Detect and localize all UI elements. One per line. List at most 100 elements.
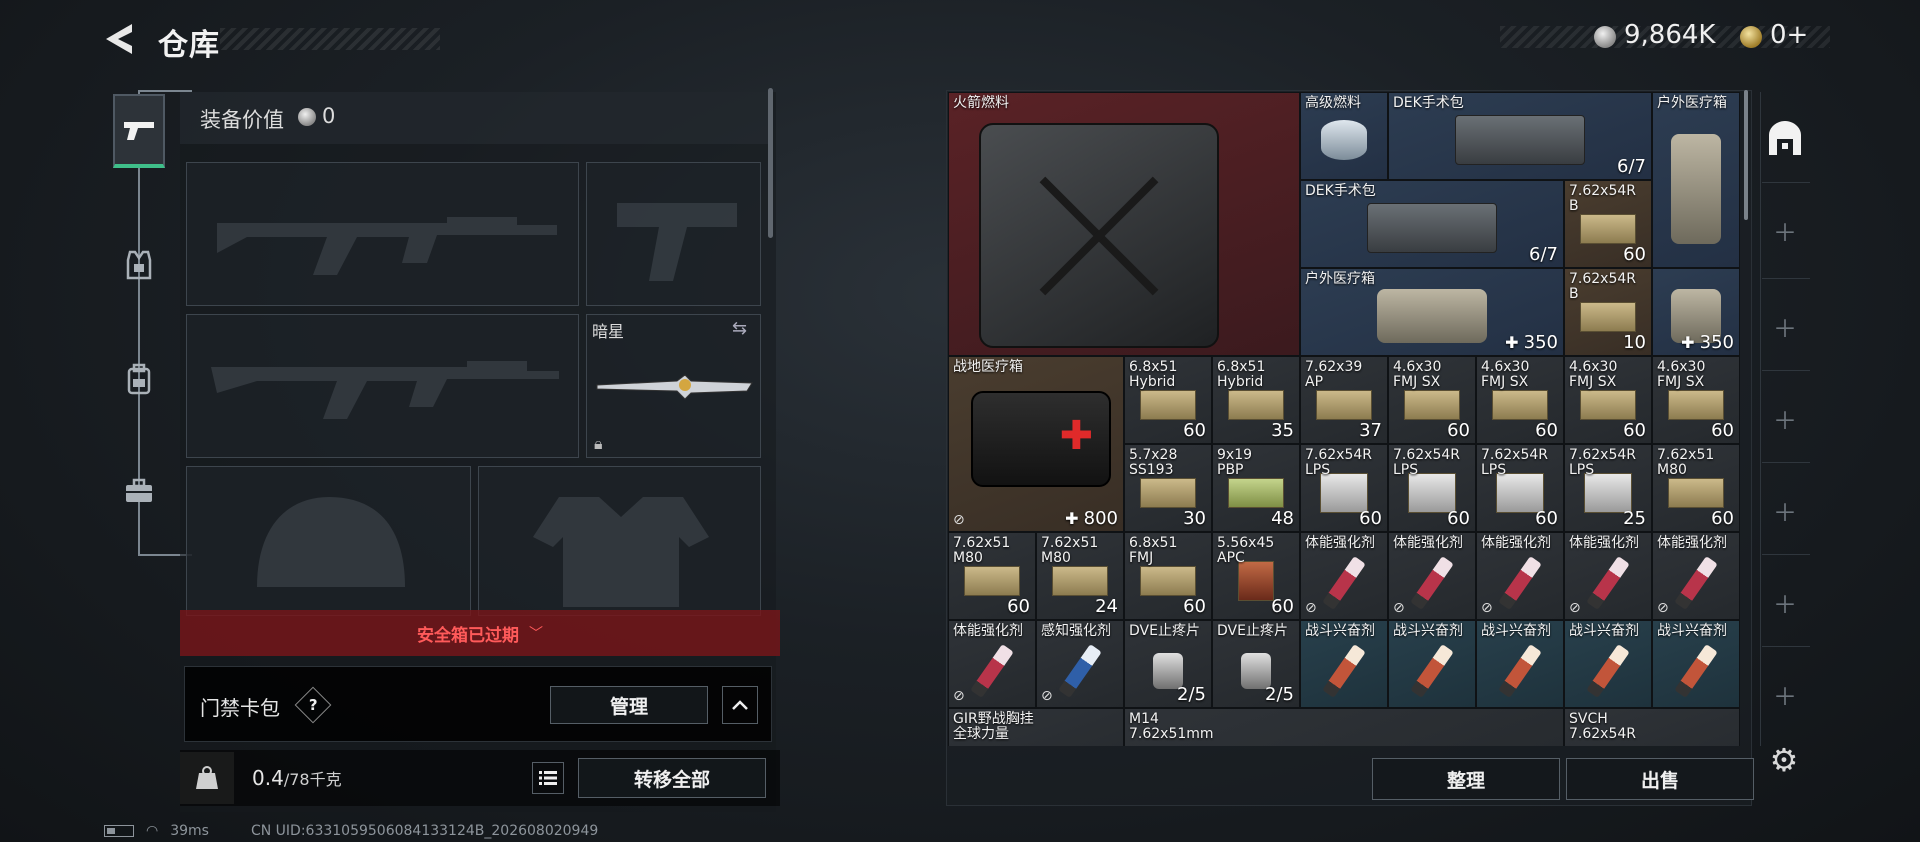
inventory-item[interactable]: DVE止疼片 2/5	[1212, 620, 1300, 708]
inventory-item[interactable]: DEK手术包 6/7	[1300, 180, 1564, 268]
syringe-red-icon	[1322, 555, 1366, 610]
inventory-item[interactable]: 7.62x54R LPS 60	[1388, 444, 1476, 532]
inventory-item[interactable]: 7.62x54R LPS 25	[1564, 444, 1652, 532]
inventory-item[interactable]: 9x19 PBP 48	[1212, 444, 1300, 532]
add-storage-tab-5[interactable]: ＋	[1762, 582, 1808, 622]
pistol-icon	[124, 122, 154, 140]
pistol-silhouette-icon	[617, 203, 737, 281]
tab-divider	[1762, 462, 1810, 463]
inventory-item[interactable]: DVE止疼片 2/5	[1124, 620, 1212, 708]
inventory-item[interactable]: 户外医疗箱 350	[1300, 268, 1564, 356]
inventory-item[interactable]: 战地医疗箱 800 ⊘	[948, 356, 1124, 532]
add-storage-tab-4[interactable]: ＋	[1762, 490, 1808, 530]
list-icon[interactable]	[532, 762, 564, 794]
silver-coin-icon	[1594, 26, 1616, 48]
inventory-item[interactable]: 350	[1652, 268, 1740, 356]
ping-value: 39ms	[170, 823, 209, 839]
item-name: SVCH 7.62x54R	[1569, 711, 1636, 742]
ammo-box-icon	[1316, 390, 1372, 421]
helmet-slot[interactable]	[186, 466, 471, 616]
back-button[interactable]	[102, 20, 138, 58]
inventory-item[interactable]: 5.56x45 APC 60	[1212, 532, 1300, 620]
pistol-slot[interactable]	[586, 162, 761, 306]
syringe-red-icon	[1410, 555, 1454, 610]
item-name: 战地医疗箱	[953, 359, 1023, 375]
chevron-up-icon[interactable]	[722, 686, 758, 724]
inventory-item[interactable]: 体能强化剂 ⊘	[1388, 532, 1476, 620]
inventory-item[interactable]: 7.62x51 M80 60	[948, 532, 1036, 620]
inventory-item[interactable]: 6.8x51 Hybrid 60	[1124, 356, 1212, 444]
inventory-item[interactable]: 7.62x54R B 60	[1564, 180, 1652, 268]
secondary-weapon-slot[interactable]	[186, 314, 579, 458]
equipment-scrollbar[interactable]	[768, 88, 773, 238]
inventory-item[interactable]: 户外医疗箱	[1652, 92, 1740, 268]
inventory-item[interactable]: 战斗兴奋剂	[1564, 620, 1652, 708]
inventory-item[interactable]: 4.6x30 FMJ SX 60	[1564, 356, 1652, 444]
warehouse-scrollbar[interactable]	[1744, 90, 1748, 220]
transfer-all-button[interactable]: 转移全部	[578, 758, 766, 798]
manage-button[interactable]: 管理	[550, 686, 708, 724]
inventory-item[interactable]: 7.62x39 AP 37	[1300, 356, 1388, 444]
ammo-box-icon	[1580, 390, 1636, 421]
item-name: DEK手术包	[1393, 95, 1464, 111]
inventory-item[interactable]: 体能强化剂 ⊘	[1564, 532, 1652, 620]
safe-box-expired-banner[interactable]: 安全箱已过期 ﹀	[180, 610, 780, 656]
warehouse-home-tab[interactable]	[1762, 118, 1808, 158]
inventory-item[interactable]: 体能强化剂 ⊘	[1652, 532, 1740, 620]
add-storage-tab-2[interactable]: ＋	[1762, 306, 1808, 346]
inventory-item[interactable]: 4.6x30 FMJ SX 60	[1476, 356, 1564, 444]
item-name: 4.6x30 FMJ SX	[1481, 359, 1530, 390]
tab-backpack[interactable]	[113, 342, 165, 416]
inventory-item[interactable]: 7.62x51 M80 60	[1652, 444, 1740, 532]
inventory-item[interactable]: 7.62x54R B 10	[1564, 268, 1652, 356]
inventory-item[interactable]: 5.7x28 SS193 30	[1124, 444, 1212, 532]
inventory-item[interactable]: 战斗兴奋剂	[1388, 620, 1476, 708]
inventory-item[interactable]: 战斗兴奋剂	[1476, 620, 1564, 708]
surgery-kit-icon	[1455, 115, 1585, 166]
fuel-can-icon	[1321, 120, 1367, 161]
inventory-item[interactable]: 体能强化剂 ⊘	[948, 620, 1036, 708]
inventory-item[interactable]: 高级燃料	[1300, 92, 1388, 180]
inventory-item[interactable]: 4.6x30 FMJ SX 60	[1652, 356, 1740, 444]
add-storage-tab-6[interactable]: ＋	[1762, 674, 1808, 714]
syringe-orange-icon	[1674, 643, 1718, 698]
inventory-item[interactable]: 战斗兴奋剂	[1652, 620, 1740, 708]
inventory-item[interactable]: 体能强化剂 ⊘	[1476, 532, 1564, 620]
item-name: 感知强化剂	[1041, 623, 1111, 639]
inventory-item[interactable]: 6.8x51 Hybrid 35	[1212, 356, 1300, 444]
primary-weapon-slot[interactable]	[186, 162, 579, 306]
gear-icon[interactable]: ⚙	[1766, 741, 1802, 779]
item-count: 60	[1183, 420, 1206, 441]
sell-button[interactable]: 出售	[1566, 758, 1754, 800]
inventory-item[interactable]: 体能强化剂 ⊘	[1300, 532, 1388, 620]
add-storage-tab-1[interactable]: ＋	[1762, 210, 1808, 250]
tab-toolbox[interactable]	[113, 454, 165, 528]
inventory-item[interactable]: 7.62x51 M80 24	[1036, 532, 1124, 620]
add-storage-tab-3[interactable]: ＋	[1762, 398, 1808, 438]
inventory-item[interactable]: DEK手术包 6/7	[1388, 92, 1652, 180]
item-count: 60	[1183, 596, 1206, 617]
inventory-item[interactable]: 6.8x51 FMJ 60	[1124, 532, 1212, 620]
inventory-item[interactable]: 感知强化剂 ⊘	[1036, 620, 1124, 708]
inventory-item[interactable]: 战斗兴奋剂	[1300, 620, 1388, 708]
swap-icon[interactable]: ⇆	[732, 318, 747, 339]
carry-weight: 0.4/78千克	[252, 766, 342, 790]
inventory-item[interactable]: SVCH 7.62x54R	[1564, 708, 1740, 746]
item-name: 7.62x54R LPS	[1305, 447, 1372, 478]
sort-button[interactable]: 整理	[1372, 758, 1560, 800]
body-armor-slot[interactable]	[478, 466, 761, 616]
inventory-item[interactable]: M14 7.62x51mm	[1124, 708, 1564, 746]
inventory-item[interactable]: 7.62x54R LPS 60	[1300, 444, 1388, 532]
item-name: 体能强化剂	[1393, 535, 1463, 551]
item-name: 7.62x54R LPS	[1569, 447, 1636, 478]
gold-currency-amount[interactable]: 0+	[1770, 20, 1808, 50]
inventory-item[interactable]: 4.6x30 FMJ SX 60	[1388, 356, 1476, 444]
inventory-item[interactable]: 火箭燃料	[948, 92, 1300, 356]
inventory-item[interactable]: GIR野战胸挂 全球力量	[948, 708, 1124, 746]
ammo-box-icon	[1580, 214, 1636, 245]
inventory-item[interactable]: 7.62x54R LPS 60	[1476, 444, 1564, 532]
tab-armor[interactable]	[113, 228, 165, 302]
tab-weapons[interactable]	[113, 94, 165, 168]
item-name: 7.62x51 M80	[953, 535, 1011, 566]
item-name: 5.56x45 APC	[1217, 535, 1275, 566]
